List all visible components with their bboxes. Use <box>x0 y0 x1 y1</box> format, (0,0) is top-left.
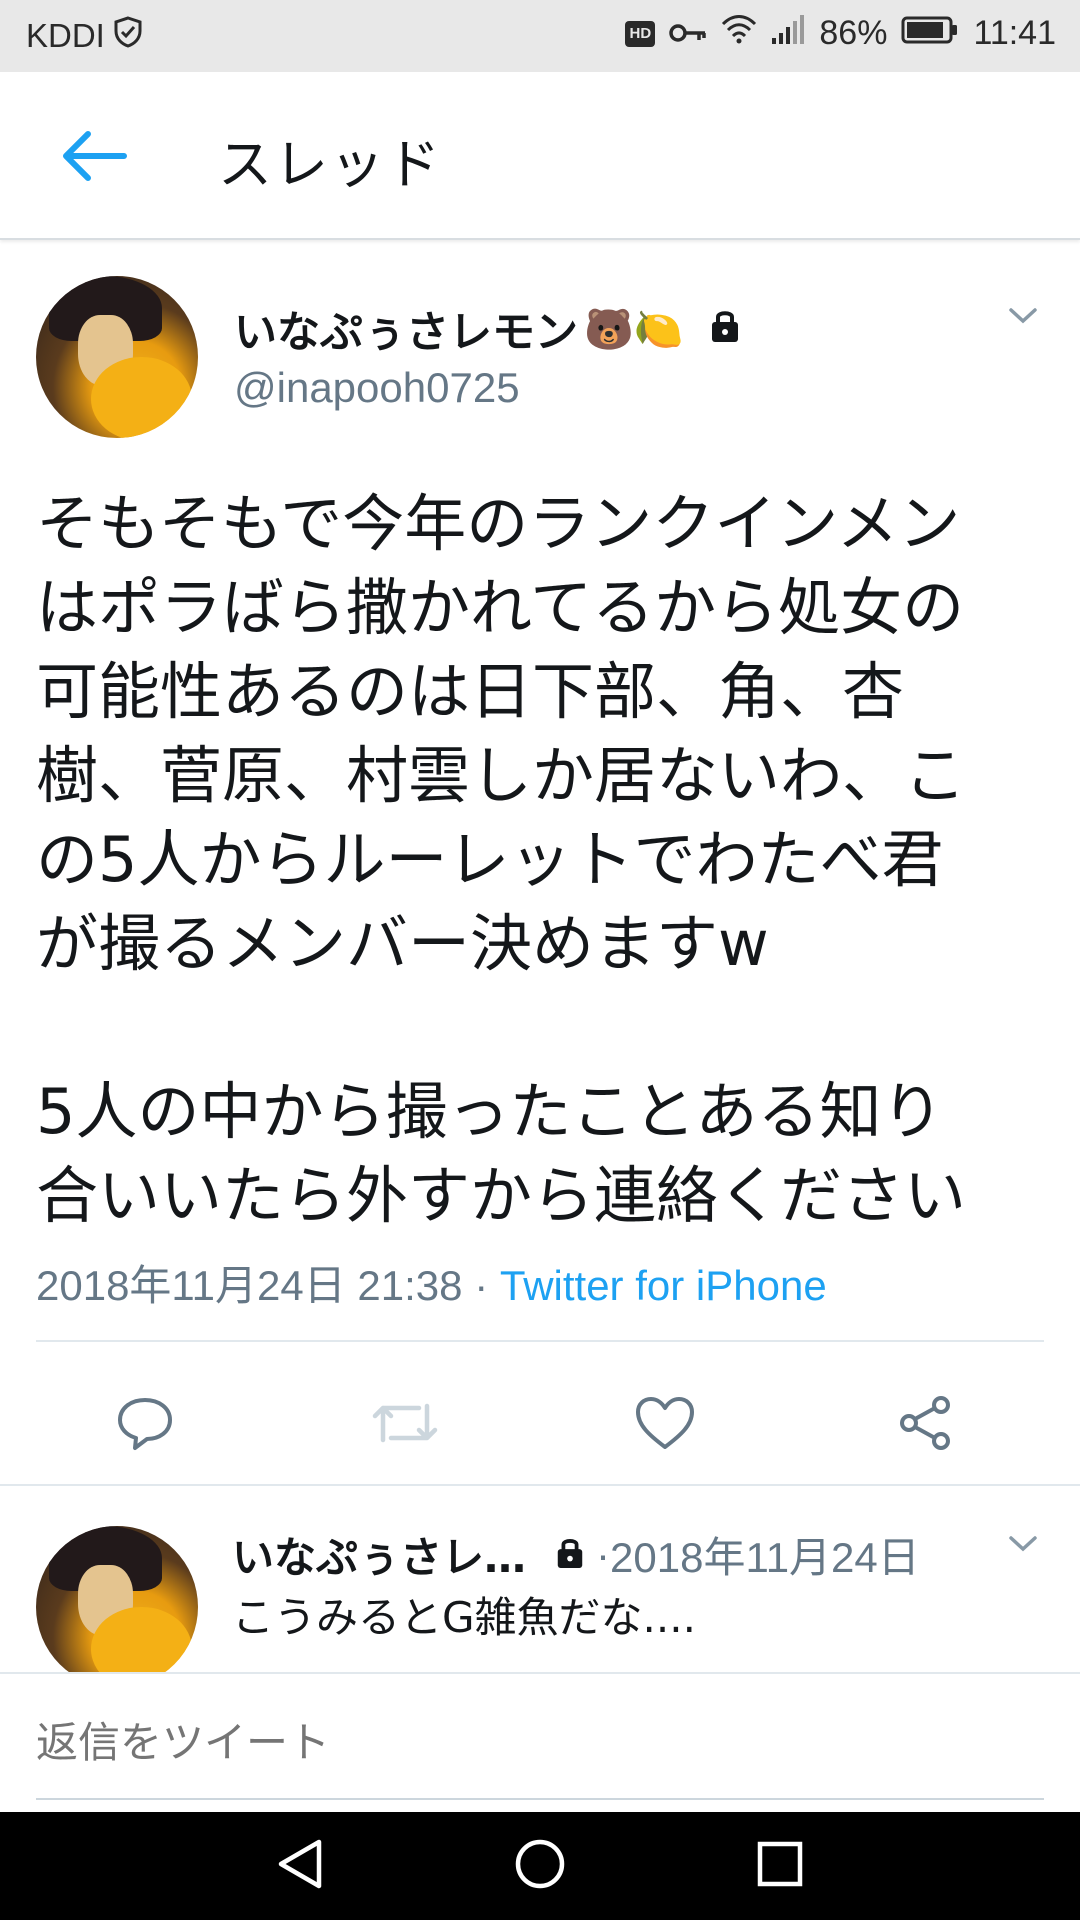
nav-recents-button[interactable] <box>740 1832 820 1900</box>
key-icon <box>669 14 707 53</box>
reply-input[interactable] <box>36 1718 936 1767</box>
reply-icon <box>115 1394 175 1456</box>
reply-button[interactable] <box>100 1380 190 1470</box>
battery-percent: 86% <box>819 14 888 52</box>
arrow-left-icon <box>58 128 128 188</box>
author-handle[interactable]: @inapooh0725 <box>234 364 520 412</box>
hd-badge: HD <box>625 20 656 47</box>
divider <box>0 1484 1080 1486</box>
reply-header[interactable]: いなぷぅさレ… · 2018年11月24日 <box>232 1524 920 1585</box>
heart-icon <box>634 1395 696 1455</box>
author-name-row[interactable]: いなぷぅさレモン 🐻🍋 <box>234 298 742 360</box>
reply-compose-bar <box>0 1672 1080 1812</box>
author-name: いなぷぅさレモン <box>234 308 578 358</box>
reply-author-name: いなぷぅさレ… <box>232 1533 527 1582</box>
reply-menu-button[interactable] <box>1008 1534 1038 1558</box>
page-title: スレッド <box>218 133 442 196</box>
meta-separator: · <box>462 1262 500 1309</box>
chevron-down-icon <box>1008 1536 1038 1558</box>
tweet-timestamp: 2018年11月24日 21:38 <box>36 1262 463 1309</box>
retweet-icon <box>369 1396 441 1454</box>
retweet-button[interactable] <box>360 1380 450 1470</box>
chevron-down-icon <box>1008 308 1038 330</box>
tweet-meta: 2018年11月24日 21:38 · Twitter for iPhone <box>36 1252 827 1313</box>
tweet-menu-button[interactable] <box>1008 306 1038 330</box>
wifi-icon <box>721 14 757 53</box>
nav-home-button[interactable] <box>500 1832 580 1900</box>
divider <box>36 1340 1044 1342</box>
status-bar: KDDI HD 86% 11:41 <box>0 0 1080 72</box>
author-avatar[interactable] <box>36 276 198 438</box>
status-bar-right: HD 86% 11:41 <box>625 14 1056 53</box>
reply-author-avatar[interactable] <box>36 1526 198 1688</box>
tweet-source-link[interactable]: Twitter for iPhone <box>500 1262 827 1309</box>
shield-check-icon <box>113 16 143 56</box>
reply-date: 2018年11月24日 <box>610 1534 920 1581</box>
nav-home-icon <box>513 1837 567 1895</box>
status-bar-left: KDDI <box>26 16 143 56</box>
nav-back-button[interactable] <box>260 1832 340 1900</box>
back-button[interactable] <box>58 126 138 190</box>
carrier-label: KDDI <box>26 17 105 54</box>
share-icon <box>895 1393 955 1457</box>
share-button[interactable] <box>880 1380 970 1470</box>
tweet-text: そもそもで今年のランクインメン はポラばら撒かれてるから処女の 可能性あるのは日… <box>36 487 967 1232</box>
tweet-actions <box>36 1380 1046 1470</box>
nav-recents-icon <box>756 1840 804 1892</box>
battery-icon <box>901 14 959 53</box>
lock-icon <box>708 304 742 354</box>
signal-icon <box>771 14 805 53</box>
reply-input-underline <box>36 1798 1044 1800</box>
navigation-bar <box>0 1812 1080 1920</box>
like-button[interactable] <box>620 1380 710 1470</box>
reply-text: こうみるとG雑魚だな.... <box>232 1593 696 1642</box>
author-emojis: 🐻🍋 <box>584 306 684 353</box>
nav-back-icon <box>275 1837 325 1895</box>
top-app-bar: スレッド <box>0 72 1080 240</box>
clock: 11:41 <box>973 14 1056 52</box>
lock-icon <box>554 1530 586 1579</box>
reply-separator: · <box>596 1530 611 1578</box>
